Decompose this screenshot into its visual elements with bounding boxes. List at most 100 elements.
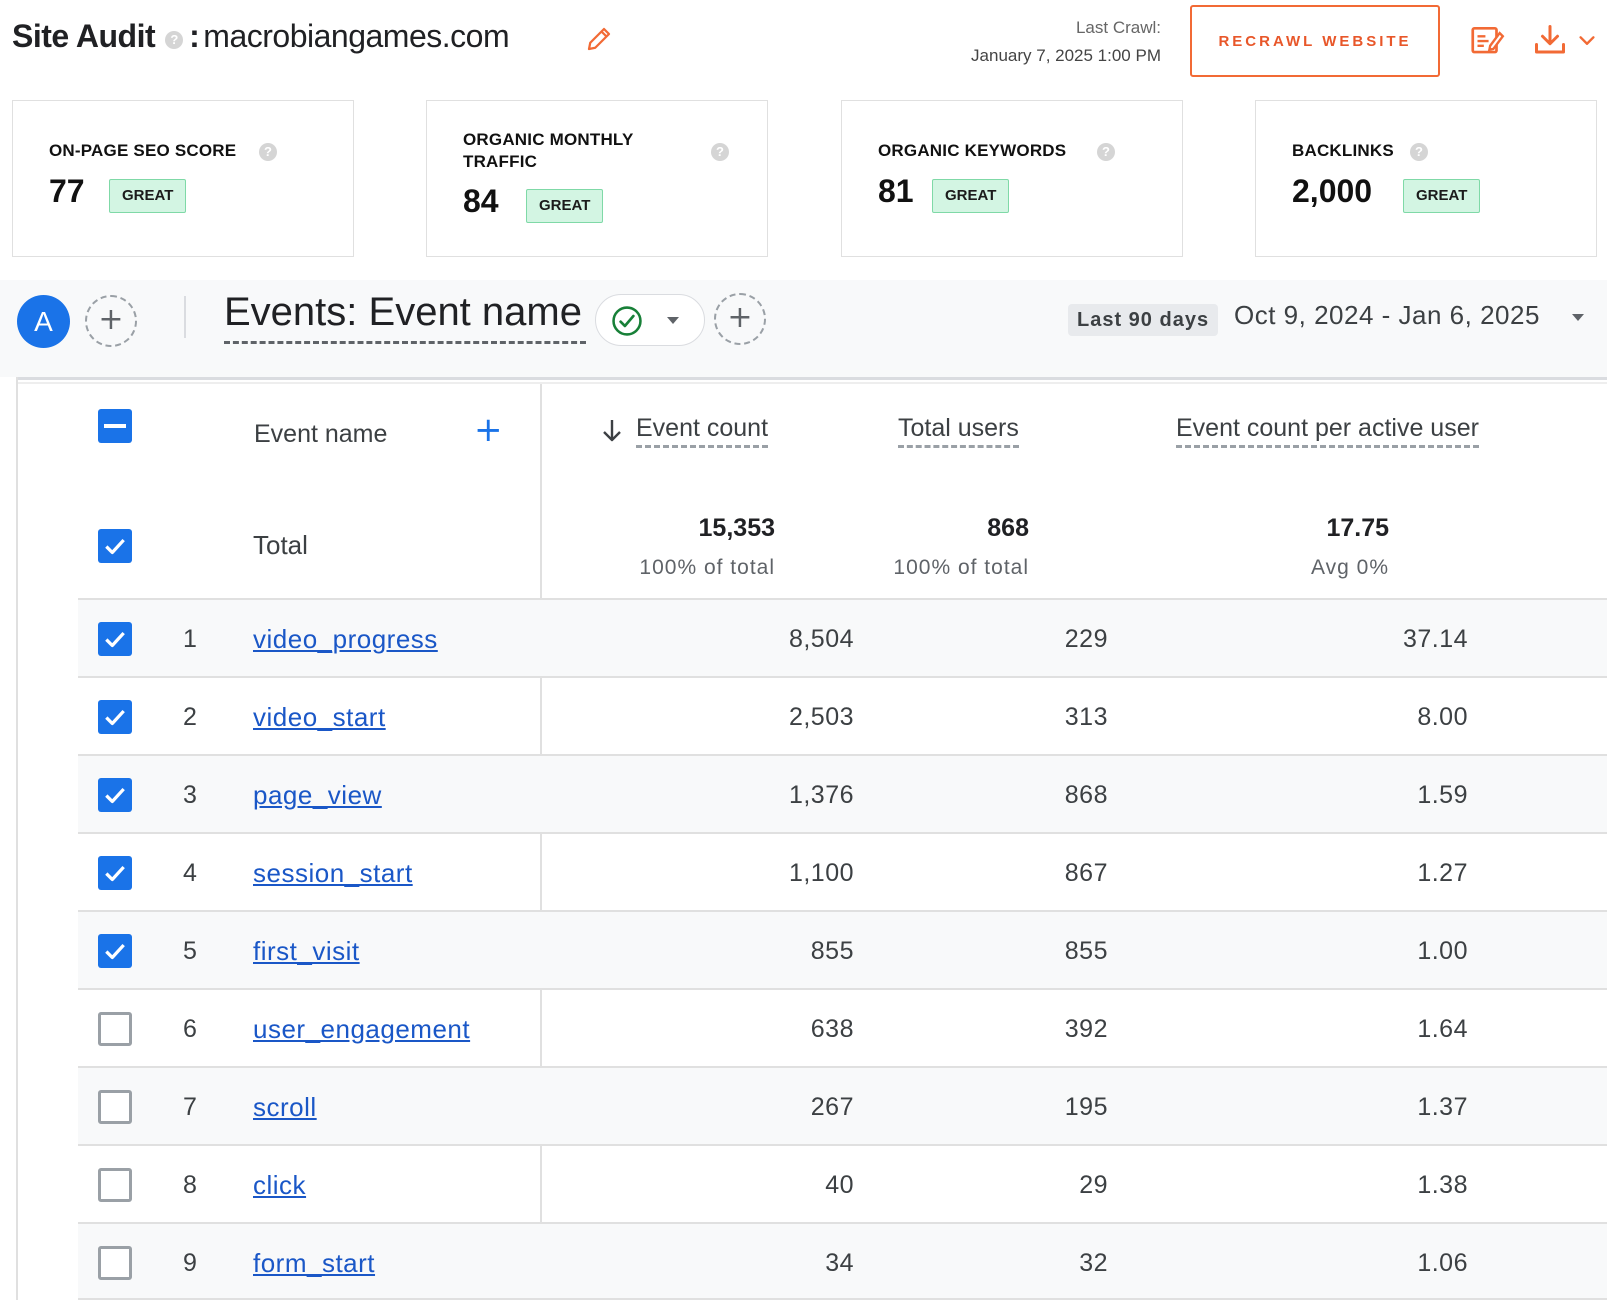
- event-name-link[interactable]: page_view: [253, 756, 382, 834]
- event-name-link[interactable]: video_progress: [253, 600, 438, 678]
- table-row[interactable]: 7 scroll 267 195 1.37: [78, 1066, 1607, 1144]
- total-users-cell: 195: [1064, 1093, 1108, 1121]
- row-number: 2: [183, 703, 197, 731]
- row-checkbox[interactable]: [98, 1090, 132, 1124]
- last-crawl-value: January 7, 2025 1:00 PM: [971, 46, 1161, 65]
- event-name-link[interactable]: scroll: [253, 1068, 317, 1146]
- row-checkbox[interactable]: [98, 622, 132, 656]
- metric-value: 2,000: [1292, 173, 1373, 209]
- table-row[interactable]: 6 user_engagement 638 392 1.64: [78, 988, 1607, 1066]
- metric-title: BACKLINKS: [1292, 141, 1394, 160]
- total-users-cell: 867: [1064, 859, 1108, 887]
- table-row[interactable]: 3 page_view 1,376 868 1.59: [78, 754, 1607, 832]
- checkmark-icon: [105, 943, 125, 960]
- event-name-link[interactable]: click: [253, 1146, 306, 1224]
- row-checkbox[interactable]: [98, 934, 132, 968]
- metric-title: ON-PAGE SEO SCORE: [49, 141, 237, 160]
- help-icon[interactable]: ?: [165, 30, 184, 49]
- metric-card-organic-traffic: ORGANIC MONTHLY TRAFFIC ? 84 GREAT: [426, 100, 768, 257]
- date-range-label: Oct 9, 2024 - Jan 6, 2025: [1234, 300, 1540, 330]
- report-title[interactable]: Events: Event name: [224, 290, 582, 335]
- table-row[interactable]: 4 session_start 1,100 867 1.27: [78, 832, 1607, 910]
- column-header-per-active-user-label: Event count per active user: [1176, 414, 1479, 448]
- total-users: 868: [987, 514, 1029, 542]
- metric-title: ORGANIC KEYWORDS: [878, 141, 1067, 160]
- per-active-user-cell: 1.00: [1417, 937, 1468, 965]
- row-checkbox[interactable]: [98, 1246, 132, 1280]
- help-icon[interactable]: ?: [711, 143, 729, 161]
- row-checkbox[interactable]: [98, 1012, 132, 1046]
- table-row[interactable]: 8 click 40 29 1.38: [78, 1144, 1607, 1222]
- help-icon[interactable]: ?: [259, 143, 277, 161]
- event-name-link[interactable]: video_start: [253, 678, 386, 756]
- per-active-user-cell: 1.37: [1417, 1093, 1468, 1121]
- total-users-cell: 868: [1064, 781, 1108, 809]
- status-badge: GREAT: [526, 189, 604, 223]
- row-number: 9: [183, 1249, 197, 1277]
- column-header-per-active-user[interactable]: Event count per active user: [1176, 414, 1479, 448]
- total-per-user-avg: Avg 0%: [1311, 556, 1389, 579]
- event-name-link[interactable]: form_start: [253, 1224, 375, 1300]
- column-header-event-name[interactable]: Event name: [254, 420, 387, 449]
- help-icon[interactable]: ?: [1410, 143, 1428, 161]
- check-circle-icon: [612, 306, 642, 336]
- report-title-underline: [224, 341, 586, 344]
- checkmark-icon: [105, 538, 125, 555]
- checkmark-icon: [105, 709, 125, 726]
- metric-value: 84: [463, 183, 499, 219]
- report-status-dropdown[interactable]: [595, 294, 705, 346]
- table-row[interactable]: 9 form_start 34 32 1.06: [78, 1222, 1607, 1300]
- select-all-checkbox[interactable]: [98, 409, 132, 443]
- event-count-cell: 34: [825, 1249, 854, 1277]
- row-number: 5: [183, 937, 197, 965]
- metric-card-seo-score: ON-PAGE SEO SCORE ? 77 GREAT: [12, 100, 354, 257]
- per-active-user-cell: 1.38: [1417, 1171, 1468, 1199]
- page-title-label: Site Audit: [12, 18, 156, 54]
- row-checkbox[interactable]: [98, 856, 132, 890]
- total-users-share: 100% of total: [893, 556, 1029, 579]
- event-name-link[interactable]: session_start: [253, 834, 413, 912]
- report-edit-icon[interactable]: [1468, 22, 1506, 60]
- download-icon[interactable]: [1532, 22, 1568, 58]
- per-active-user-cell: 1.27: [1417, 859, 1468, 887]
- metric-value: 77: [49, 173, 85, 209]
- total-event-count: 15,353: [698, 514, 775, 542]
- table-row[interactable]: 2 video_start 2,503 313 8.00: [78, 676, 1607, 754]
- date-caret-icon[interactable]: [1570, 312, 1586, 324]
- date-range-picker[interactable]: Oct 9, 2024 - Jan 6, 2025: [1234, 300, 1540, 331]
- table-row[interactable]: 1 video_progress 8,504 229 37.14: [78, 598, 1607, 676]
- add-dimension-button[interactable]: +: [474, 410, 503, 450]
- event-count-cell: 267: [810, 1093, 854, 1121]
- row-checkbox[interactable]: [98, 700, 132, 734]
- checkmark-icon: [105, 787, 125, 804]
- add-comparison-button[interactable]: +: [85, 295, 137, 347]
- metric-title: ORGANIC MONTHLY TRAFFIC: [463, 130, 634, 171]
- metric-card-backlinks: BACKLINKS ? 2,000 GREAT: [1255, 100, 1597, 257]
- table-row[interactable]: 5 first_visit 855 855 1.00: [78, 910, 1607, 988]
- row-checkbox[interactable]: [98, 1168, 132, 1202]
- per-active-user-cell: 37.14: [1402, 625, 1468, 653]
- row-checkbox[interactable]: [98, 778, 132, 812]
- event-count-cell: 1,100: [788, 859, 854, 887]
- metric-value: 81: [878, 173, 914, 209]
- sort-descending-icon[interactable]: [600, 418, 624, 444]
- recrawl-website-button[interactable]: RECRAWL WEBSITE: [1190, 5, 1440, 77]
- column-header-total-users[interactable]: Total users: [898, 414, 1019, 448]
- total-row-checkbox[interactable]: [98, 529, 132, 563]
- total-users-cell: 29: [1079, 1171, 1108, 1199]
- per-active-user-cell: 1.06: [1417, 1249, 1468, 1277]
- row-number: 4: [183, 859, 197, 887]
- edit-pencil-icon[interactable]: [584, 24, 614, 54]
- add-filter-button[interactable]: +: [714, 293, 766, 345]
- event-count-cell: 855: [810, 937, 854, 965]
- column-header-event-count[interactable]: Event count: [636, 414, 769, 448]
- chevron-down-icon[interactable]: [1576, 30, 1598, 52]
- row-number: 6: [183, 1015, 197, 1043]
- row-number: 3: [183, 781, 197, 809]
- event-name-link[interactable]: user_engagement: [253, 990, 470, 1068]
- table-left-border: [16, 377, 18, 1300]
- help-icon[interactable]: ?: [1097, 143, 1115, 161]
- table-top-border-2: [18, 382, 1607, 384]
- event-name-link[interactable]: first_visit: [253, 912, 360, 990]
- avatar[interactable]: A: [17, 295, 70, 348]
